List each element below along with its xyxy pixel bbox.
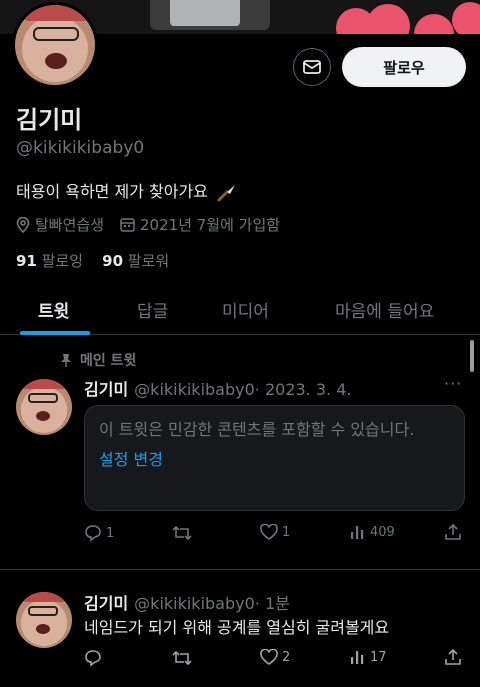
- tweet-author-name[interactable]: 김기미: [84, 380, 128, 399]
- tab-media[interactable]: 미디어: [222, 297, 269, 322]
- tweet-text: 네임드가 되기 위해 공계를 열심히 굴려볼게요: [84, 618, 390, 637]
- change-settings-link[interactable]: 설정 변경: [99, 446, 450, 470]
- reply-icon: [84, 649, 102, 667]
- tab-tweets[interactable]: 트윗: [38, 297, 69, 322]
- followers-link[interactable]: 90 팔로워: [102, 252, 169, 270]
- reply-icon: [84, 524, 102, 542]
- tweet-divider: [0, 569, 480, 570]
- share-button[interactable]: [444, 523, 462, 541]
- views-icon: [350, 524, 366, 540]
- retweet-icon: [172, 649, 192, 667]
- pinned-label: 메인 트윗: [60, 350, 136, 370]
- tweet-author-name[interactable]: 김기미: [84, 594, 128, 613]
- views-button[interactable]: 409: [350, 524, 395, 540]
- profile-bio: 태용이 욕하면 제가 찾아가요: [16, 178, 237, 202]
- calendar-icon: [120, 217, 135, 232]
- profile-name: 김기미: [16, 106, 83, 134]
- tweet-author-handle[interactable]: @kikikikibaby0: [134, 380, 255, 399]
- tab-likes[interactable]: 마음에 들어요: [335, 297, 434, 322]
- like-button[interactable]: 2: [260, 649, 290, 665]
- like-icon: [260, 524, 278, 540]
- profile-tabs: 트윗 답글 미디어 마음에 들어요: [0, 287, 480, 335]
- tab-replies[interactable]: 답글: [137, 297, 168, 322]
- more-icon[interactable]: ···: [444, 374, 462, 393]
- following-link[interactable]: 91 팔로잉: [16, 252, 83, 270]
- views-icon: [350, 649, 366, 665]
- message-button[interactable]: [293, 48, 331, 86]
- share-icon: [444, 648, 462, 666]
- tweet-header: 김기미 @kikikikibaby0· 2023. 3. 4.: [84, 376, 351, 400]
- profile-avatar[interactable]: [12, 2, 98, 88]
- profile-meta: 탈빠연습생 2021년 7월에 가입함: [16, 214, 280, 235]
- retweet-button[interactable]: [172, 524, 196, 542]
- views-button[interactable]: 17: [350, 649, 387, 665]
- pin-icon: [60, 353, 72, 367]
- profile-location: 탈빠연습생: [35, 216, 105, 234]
- tweet-avatar[interactable]: [16, 379, 72, 435]
- follow-button[interactable]: 팔로우: [342, 47, 466, 87]
- tweet-time[interactable]: · 1분: [255, 594, 290, 613]
- like-button[interactable]: 1: [260, 524, 290, 540]
- location-icon: [16, 216, 30, 233]
- profile-joined: 2021년 7월에 가입함: [140, 216, 281, 234]
- tweet-avatar[interactable]: [16, 592, 72, 648]
- share-button[interactable]: [444, 648, 462, 666]
- active-tab-indicator: [20, 331, 90, 335]
- reply-button[interactable]: 1: [84, 524, 114, 542]
- tweet-time[interactable]: · 2023. 3. 4.: [255, 380, 352, 399]
- scrollbar[interactable]: [470, 340, 474, 372]
- tweet-author-handle[interactable]: @kikikikibaby0: [134, 594, 255, 613]
- sensitive-message: 이 트윗은 민감한 콘텐츠를 포함할 수 있습니다.: [99, 420, 415, 439]
- sensitive-content-notice: 이 트윗은 민감한 콘텐츠를 포함할 수 있습니다. 설정 변경: [84, 405, 465, 511]
- bio-text: 태용이 욕하면 제가 찾아가요: [16, 182, 208, 201]
- profile-handle: @kikikikibaby0: [16, 138, 145, 158]
- tweet-header: 김기미 @kikikikibaby0· 1분: [84, 590, 290, 614]
- reply-button[interactable]: [84, 649, 106, 667]
- follow-stats: 91 팔로잉 90 팔로워: [16, 250, 169, 271]
- share-icon: [444, 523, 462, 541]
- retweet-button[interactable]: [172, 649, 196, 667]
- knife-icon: [217, 184, 237, 202]
- mail-icon: [303, 60, 321, 74]
- retweet-icon: [172, 524, 192, 542]
- like-icon: [260, 649, 278, 665]
